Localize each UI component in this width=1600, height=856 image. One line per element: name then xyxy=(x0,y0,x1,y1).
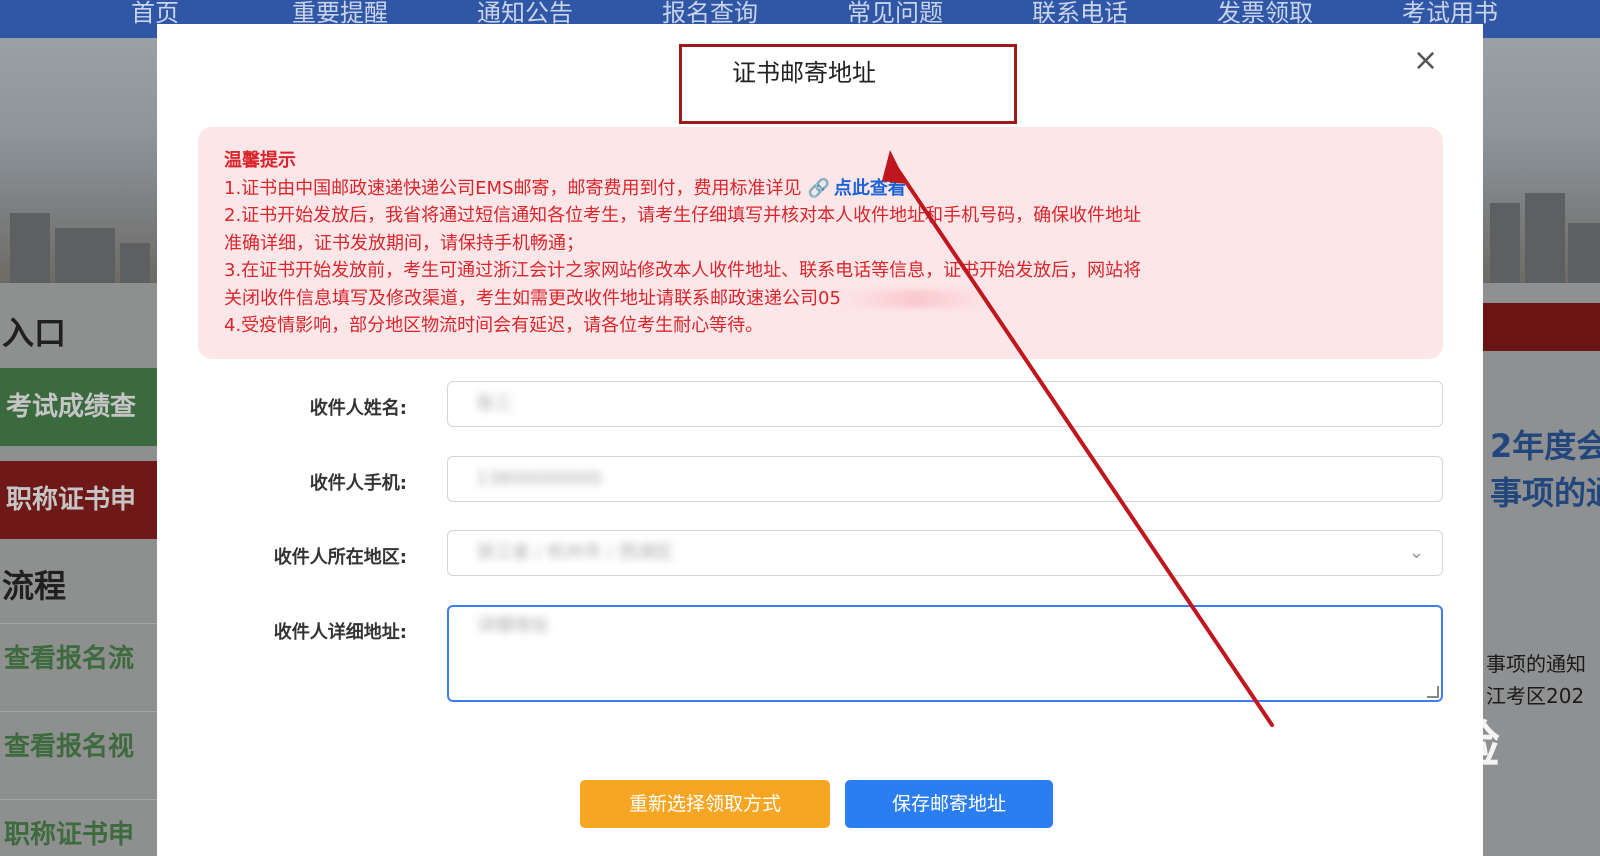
video-link[interactable]: 查看报名视 xyxy=(0,711,160,791)
score-query-button[interactable]: 考试成绩查 xyxy=(0,368,160,446)
process-link[interactable]: 查看报名流 xyxy=(0,623,160,703)
recipient-address-value: 详细地址 xyxy=(477,615,549,636)
phone-label: 收件人手机: xyxy=(309,473,407,494)
title-highlight-box xyxy=(679,44,1017,124)
notice-line-3b-text: 关闭收件信息填写及修改渠道，考生如需更改收件地址请联系邮政速递公司05 xyxy=(224,287,841,309)
notice-line-1: 1.证书由中国邮政速递快递公司EMS邮寄，邮寄费用到付，费用标准详见 🔗 点此查看 xyxy=(224,175,1443,203)
news-header-bar xyxy=(1482,303,1600,351)
left-sidebar: 入口 考试成绩查 职称证书申 流程 查看报名流 查看报名视 职称证书申 xyxy=(0,283,160,856)
entry-title: 入口 xyxy=(2,314,67,352)
notice-line-3a: 3.在证书开始发放前，考生可通过浙江会计之家网站修改本人收件地址、联系电话等信息… xyxy=(224,260,1142,281)
process-title: 流程 xyxy=(2,567,67,605)
save-address-button[interactable]: 保存邮寄地址 xyxy=(845,780,1053,828)
news-item-2[interactable]: 江考区202 xyxy=(1486,680,1584,709)
notice-line-3b: 关闭收件信息填写及修改渠道，考生如需更改收件地址请联系邮政速递公司05 xyxy=(224,285,1443,313)
notice-line-1-text: 1.证书由中国邮政速递快递公司EMS邮寄，邮寄费用到付，费用标准详见 xyxy=(224,177,802,199)
watermark-brand: Bai du 经验 xyxy=(1225,717,1501,773)
address-label: 收件人详细地址: xyxy=(273,622,407,643)
notice-title: 温馨提示 xyxy=(224,150,296,171)
chevron-down-icon: ⌄ xyxy=(1408,542,1424,563)
link-icon: 🔗 xyxy=(807,177,830,199)
recipient-address-textarea[interactable]: 详细地址 xyxy=(447,605,1443,702)
watermark-url: jingyan.baidu.com xyxy=(1225,779,1451,810)
recipient-region-value: 浙江省 / 杭州市 / 西湖区 xyxy=(476,542,674,563)
notice-line-2b: 准确详细，证书发放期间，请保持手机畅通； xyxy=(224,232,584,254)
news-headline-2[interactable]: 事项的通 xyxy=(1490,468,1600,514)
reselect-method-button[interactable]: 重新选择领取方式 xyxy=(580,780,830,828)
fee-standard-link[interactable]: 点此查看 xyxy=(834,178,906,199)
resize-handle-icon[interactable] xyxy=(1427,686,1439,698)
redacted-phone xyxy=(840,289,991,308)
name-label: 收件人姓名: xyxy=(309,398,407,419)
certificate-apply-button[interactable]: 职称证书申 xyxy=(0,461,160,539)
region-label: 收件人所在地区: xyxy=(273,547,407,568)
recipient-name-input[interactable]: 张三 xyxy=(447,381,1443,427)
recipient-name-value: 张三 xyxy=(476,393,512,414)
notice-box: 温馨提示 1.证书由中国邮政速递快递公司EMS邮寄，邮寄费用到付，费用标准详见 🔗… xyxy=(198,127,1443,359)
close-icon[interactable]: × xyxy=(1413,46,1438,76)
news-item-1[interactable]: 事项的通知 xyxy=(1486,648,1586,677)
recipient-phone-value: 13800000000 xyxy=(476,468,602,489)
baidu-jingyan-watermark: Bai du 经验 jingyan.baidu.com xyxy=(1225,705,1501,811)
recipient-phone-input[interactable]: 13800000000 xyxy=(447,456,1443,502)
recipient-region-select[interactable]: 浙江省 / 杭州市 / 西湖区 ⌄ xyxy=(447,530,1443,576)
notice-line-4: 4.受疫情影响，部分地区物流时间会有延迟，请各位考生耐心等待。 xyxy=(224,315,764,336)
notice-line-2a: 2.证书开始发放后，我省将通过短信通知各位考生，请考生仔细填写并核对本人收件地址… xyxy=(224,205,1142,226)
news-headline-1[interactable]: 2年度会 xyxy=(1490,421,1600,467)
certificate-link[interactable]: 职称证书申 xyxy=(0,799,160,856)
